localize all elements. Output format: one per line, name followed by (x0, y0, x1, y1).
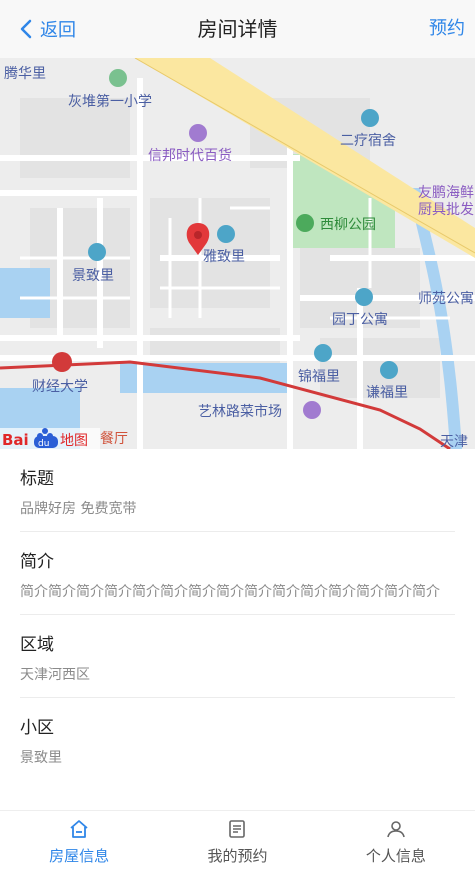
field-community: 小区 景致里 (20, 698, 455, 780)
map-label-qianfuli: 谦福里 (366, 385, 408, 401)
tab-label: 我的预约 (207, 847, 268, 865)
bottom-tab-bar: 房屋信息 我的预约 个人信息 (0, 810, 475, 871)
tab-house-info[interactable]: 房屋信息 (0, 811, 158, 871)
map-label-yuanding: 园丁公寓 (332, 311, 388, 328)
tab-label: 房屋信息 (49, 847, 110, 865)
baidu-map-logo: Bai du 地图 (0, 428, 100, 449)
field-value: 天津河西区 (20, 667, 90, 683)
map-label-park: 西柳公园 (320, 216, 376, 233)
field-region: 区域 天津河西区 (20, 615, 455, 698)
map-label-jingzhili: 景致里 (72, 268, 114, 284)
map-label-school: 灰堆第一小学 (68, 93, 152, 110)
field-intro: 简介 简介简介简介简介简介简介简介简介简介简介简介简介简介简介简介 (20, 532, 455, 615)
map-label-restaurant: 餐厅 (100, 431, 128, 447)
map-label-yazhili: 雅致里 (203, 249, 245, 265)
field-label: 标题 (20, 469, 54, 489)
map-label-tenghuali: 腾华里 (4, 65, 46, 82)
map-label-dorm: 二疗宿舍 (340, 132, 396, 149)
field-value: 品牌好房 免费宽带 (20, 501, 137, 517)
logo-text-du: du (38, 439, 49, 449)
field-label: 小区 (20, 718, 54, 738)
logo-text-ditu: 地图 (60, 433, 88, 449)
map-label-company-line2: 厨具批发 (418, 202, 474, 218)
room-details: 标题 品牌好房 免费宽带 简介 简介简介简介简介简介简介简介简介简介简介简介简介… (0, 449, 475, 780)
map-label-university: 财经大学 (32, 379, 88, 395)
field-label: 区域 (20, 635, 54, 655)
page-title: 房间详情 (197, 17, 278, 41)
tab-personal-info[interactable]: 个人信息 (317, 811, 475, 871)
home-icon (67, 817, 91, 841)
field-label: 简介 (20, 552, 54, 572)
location-map[interactable]: 腾华里 灰堆第一小学 信邦时代百货 二疗宿舍 友鹏海鲜 厨具批发 西柳公园 雅致… (0, 58, 475, 449)
field-value: 景致里 (20, 750, 62, 766)
map-label-jinfuli: 锦福里 (298, 368, 340, 385)
logo-text-bai: Bai (2, 431, 29, 449)
field-value: 简介简介简介简介简介简介简介简介简介简介简介简介简介简介简介 (20, 584, 440, 600)
document-icon (225, 817, 249, 841)
map-label-company-line1: 友鹏海鲜 (418, 185, 474, 201)
user-icon (384, 817, 408, 841)
map-label-tianjin: 天津 (440, 434, 468, 449)
map-label-store: 信邦时代百货 (148, 147, 232, 164)
map-label-shiyuan: 师苑公寓 (418, 290, 474, 307)
field-title: 标题 品牌好房 免费宽带 (20, 449, 455, 532)
reserve-button[interactable]: 预约 (429, 14, 465, 44)
top-navigation-bar: 返回 房间详情 预约 (0, 0, 475, 59)
tab-label: 个人信息 (365, 847, 426, 865)
map-label-market: 艺林路菜市场 (198, 403, 282, 420)
tab-my-reservations[interactable]: 我的预约 (158, 811, 316, 871)
